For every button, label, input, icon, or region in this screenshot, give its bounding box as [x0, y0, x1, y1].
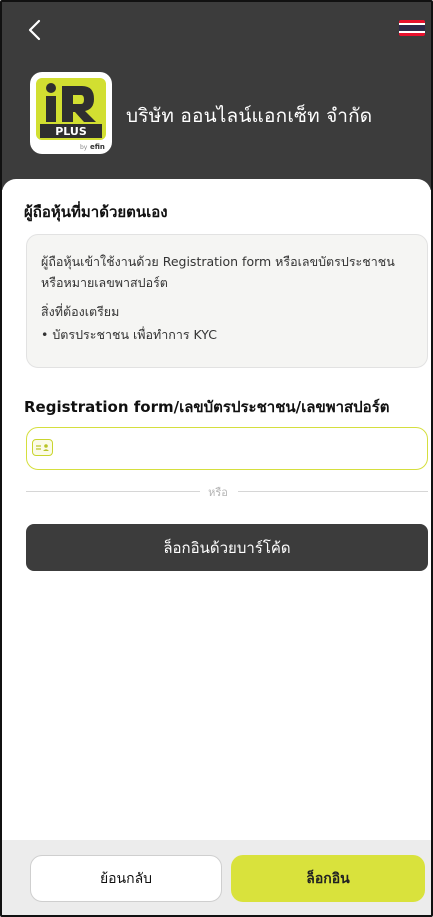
prep-item: • บัตรประชาชน เพื่อทำการ KYC	[41, 327, 217, 342]
id-card-icon	[32, 439, 53, 456]
back-chevron-icon[interactable]	[24, 18, 46, 42]
id-input[interactable]	[63, 434, 419, 464]
login-button[interactable]: ล็อกอิน	[231, 855, 425, 902]
thai-flag-icon[interactable]	[399, 20, 425, 36]
app-header: PLUS by efin บริษัท ออนไลน์แอกเซ็ท จำกัด	[2, 2, 431, 190]
divider-line-left	[26, 491, 200, 492]
or-divider-text: หรือ	[200, 483, 236, 501]
barcode-login-button[interactable]: ล็อกอินด้วยบาร์โค้ด	[26, 524, 428, 571]
prep-title: สิ่งที่ต้องเตรียม	[41, 304, 120, 319]
info-description: ผู้ถือหุ้นเข้าใช้งานด้วย Registration fo…	[41, 254, 395, 290]
divider-line-right	[238, 491, 428, 492]
id-input-container[interactable]	[26, 427, 428, 470]
info-box: ผู้ถือหุ้นเข้าใช้งานด้วย Registration fo…	[26, 234, 428, 368]
back-button[interactable]: ย้อนกลับ	[30, 855, 222, 902]
irplus-logo: PLUS by efin	[30, 72, 112, 154]
app-screen: PLUS by efin บริษัท ออนไลน์แอกเซ็ท จำกัด…	[0, 0, 433, 917]
svg-text:efin: efin	[90, 143, 105, 151]
svg-text:PLUS: PLUS	[55, 125, 87, 138]
section-title: ผู้ถือหุ้นที่มาด้วยตนเอง	[24, 203, 168, 221]
company-name: บริษัท ออนไลน์แอกเซ็ท จำกัด	[126, 105, 373, 127]
svg-text:by: by	[80, 144, 88, 151]
id-field-label: Registration form/เลขบัตรประชาชน/เลขพาสป…	[24, 398, 390, 416]
